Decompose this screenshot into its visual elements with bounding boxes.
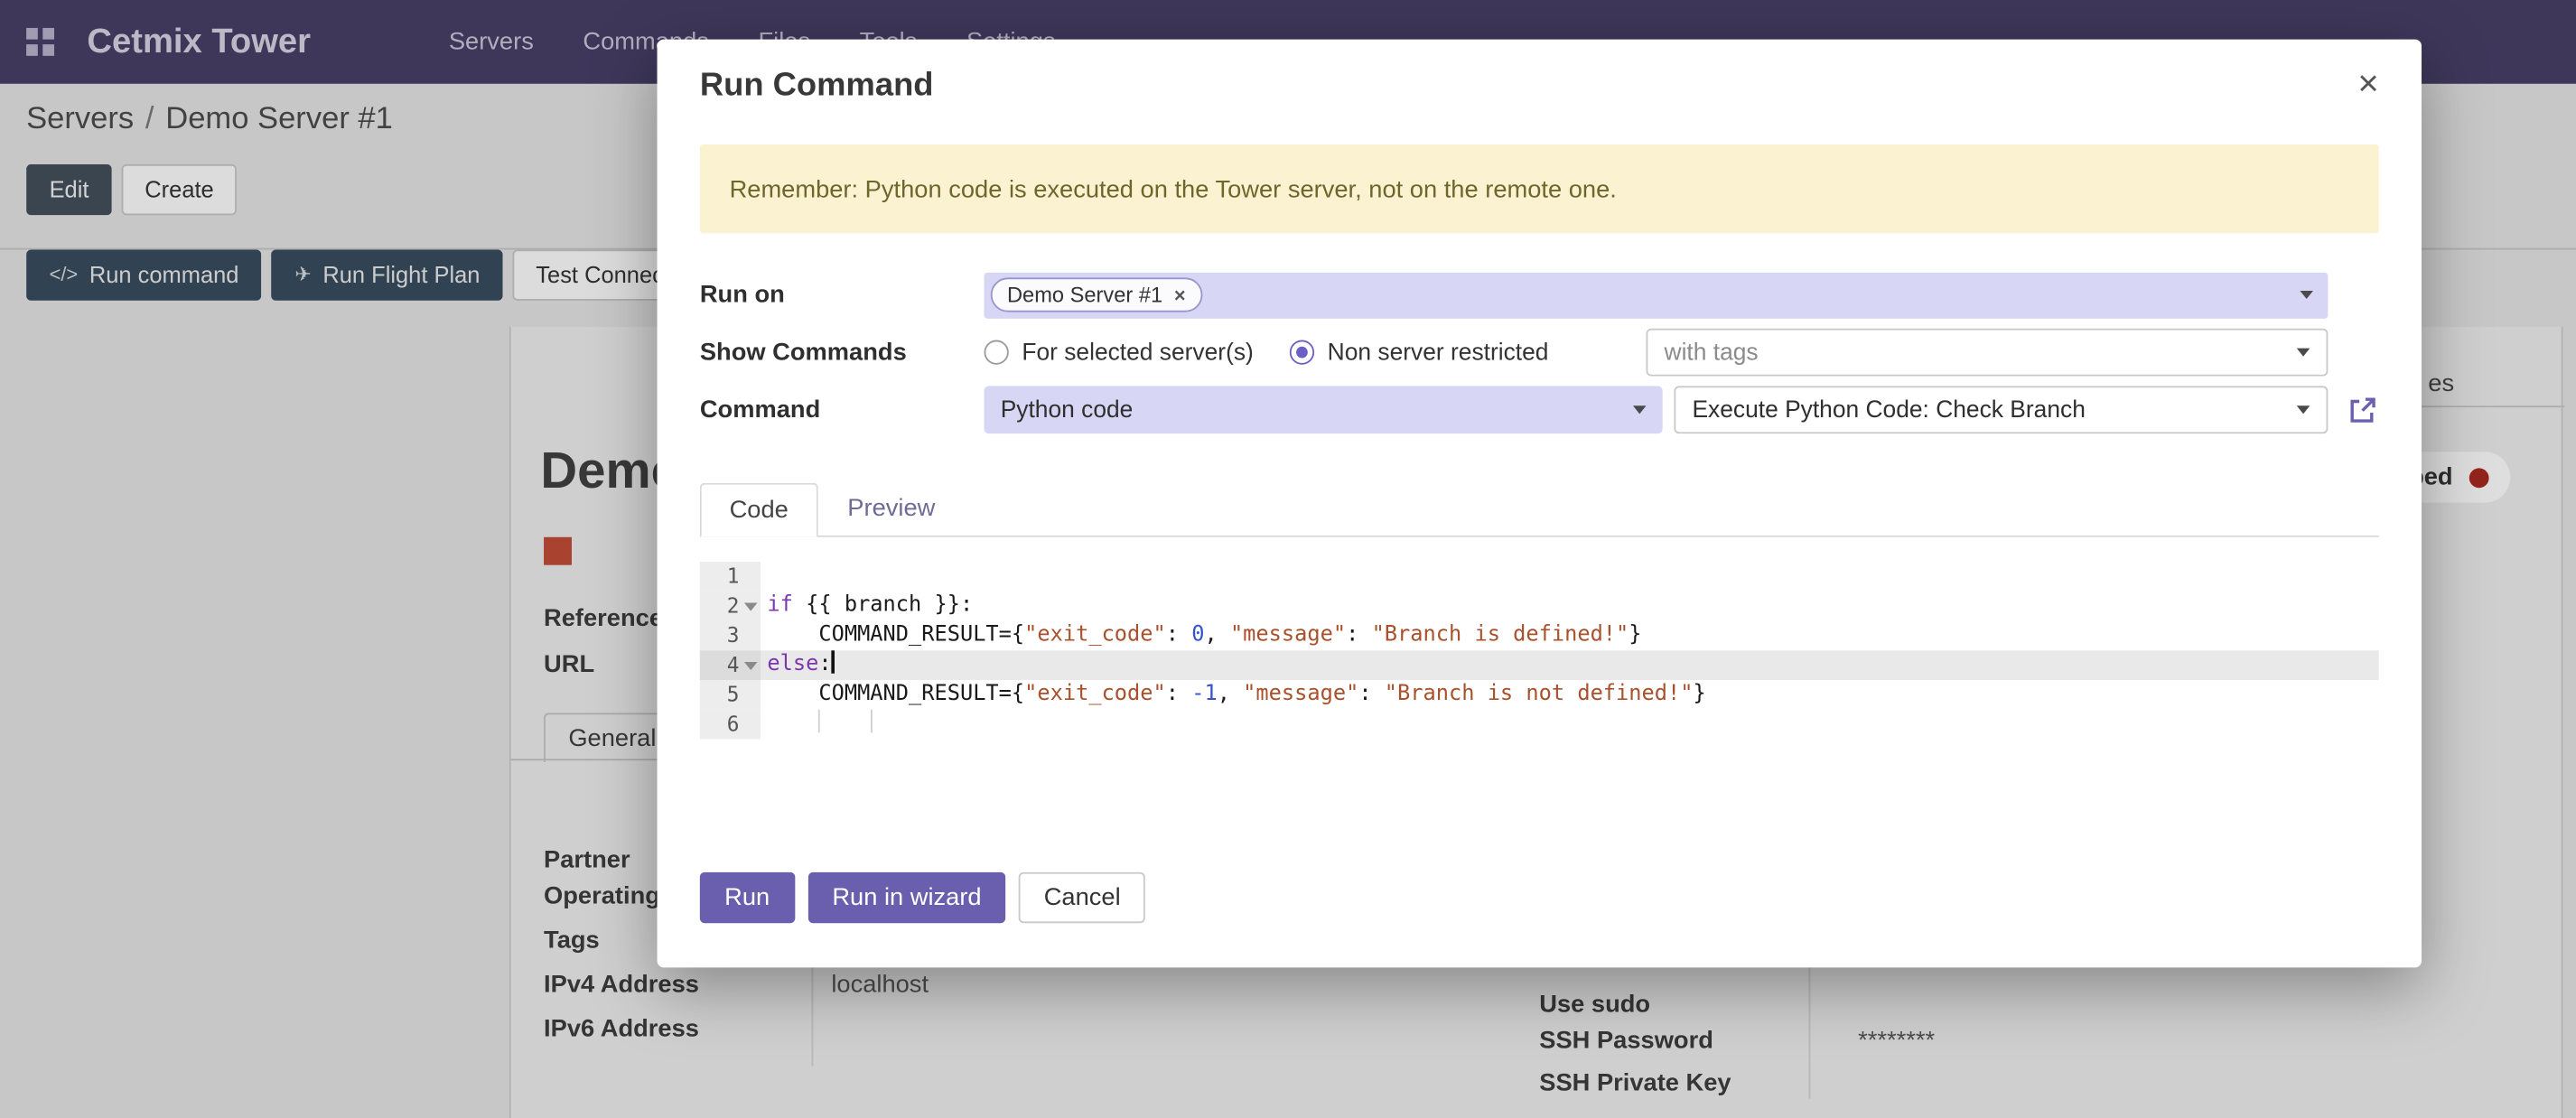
- show-commands-row: Show Commands For selected server(s) Non…: [700, 329, 2379, 377]
- caret-down-icon: [2297, 405, 2310, 414]
- code-token: if: [767, 593, 792, 618]
- code-token: else: [767, 652, 818, 676]
- code-line-row-active: 4 else:: [700, 650, 2379, 680]
- code-token: "message": [1230, 622, 1346, 647]
- command-type-select[interactable]: Python code: [985, 386, 1663, 433]
- code-token: "Branch is not defined!": [1385, 682, 1694, 706]
- caret-down-icon: [1633, 405, 1647, 414]
- radio-non-restricted[interactable]: [1290, 340, 1314, 365]
- code-token: :: [1166, 682, 1191, 706]
- code-line-row: 2 if {{ branch }}:: [700, 592, 2379, 621]
- code-line: if {{ branch }}:: [761, 592, 2379, 621]
- code-token: :: [1346, 622, 1371, 647]
- code-token: COMMAND_RESULT={: [767, 622, 1024, 647]
- with-tags-select[interactable]: with tags: [1647, 329, 2329, 377]
- command-type-value: Python code: [1001, 396, 1134, 423]
- cancel-button[interactable]: Cancel: [1019, 872, 1145, 923]
- code-line-row: 1: [700, 562, 2379, 592]
- code-token: ,: [1204, 622, 1229, 647]
- indent-guide: [870, 710, 872, 732]
- indent-guide: [818, 710, 870, 732]
- code-token: -1: [1191, 682, 1217, 706]
- code-line: COMMAND_RESULT={"exit_code": -1, "messag…: [761, 680, 2379, 710]
- code-token: ,: [1218, 682, 1243, 706]
- run-command-modal: Run Command × Remember: Python code is e…: [658, 40, 2422, 968]
- command-row: Command Python code Execute Python Code:…: [700, 386, 2379, 433]
- code-token: 0: [1191, 622, 1204, 647]
- line-number: 1: [700, 562, 761, 592]
- caret-down-icon: [2297, 349, 2310, 357]
- code-token: :: [1166, 622, 1191, 647]
- run-on-row: Run on Demo Server #1 ×: [700, 271, 2379, 319]
- code-line: [761, 710, 2379, 740]
- modal-title: Run Command: [700, 68, 934, 106]
- code-token: }: [1629, 622, 1641, 647]
- modal-header: Run Command ×: [700, 40, 2379, 106]
- tab-code[interactable]: Code: [700, 483, 818, 537]
- code-line: else:: [761, 650, 2379, 680]
- code-token: }: [1693, 682, 1705, 706]
- line-number: 4: [700, 650, 761, 680]
- fold-arrow-icon[interactable]: [744, 662, 758, 670]
- app-stage: Cetmix Tower Servers Commands Files Tool…: [0, 0, 2576, 1118]
- code-token: "message": [1243, 682, 1358, 706]
- external-link-icon[interactable]: [2346, 394, 2378, 426]
- code-token: "exit_code": [1024, 622, 1166, 647]
- server-tag[interactable]: Demo Server #1 ×: [991, 277, 1202, 312]
- modal-footer: Run Run in wizard Cancel: [700, 872, 1145, 923]
- close-icon[interactable]: ×: [2357, 68, 2378, 100]
- modal-form: Run on Demo Server #1 × Show Commands: [700, 271, 2379, 433]
- run-on-field[interactable]: Demo Server #1 ×: [985, 272, 2329, 318]
- command-select[interactable]: Execute Python Code: Check Branch: [1674, 386, 2328, 433]
- with-tags-placeholder: with tags: [1665, 340, 1759, 366]
- code-editor[interactable]: 1 2 if {{ branch }}: 3 COMMAND_RESULT={"…: [700, 562, 2379, 739]
- code-token: "Branch is defined!": [1372, 622, 1629, 647]
- code-token: "exit_code": [1024, 682, 1166, 706]
- code-token: COMMAND_RESULT={: [767, 682, 1024, 706]
- line-number: 5: [700, 680, 761, 710]
- warning-alert: Remember: Python code is executed on the…: [700, 144, 2379, 233]
- caret-down-icon[interactable]: [2300, 291, 2313, 299]
- code-line: COMMAND_RESULT={"exit_code": 0, "message…: [761, 621, 2379, 651]
- code-line-row: 3 COMMAND_RESULT={"exit_code": 0, "messa…: [700, 621, 2379, 651]
- line-number: 3: [700, 621, 761, 651]
- radio-selected-servers-label[interactable]: For selected server(s): [1022, 340, 1253, 366]
- fold-arrow-icon[interactable]: [744, 603, 758, 611]
- remove-tag-icon[interactable]: ×: [1174, 284, 1186, 306]
- code-line-row: 6: [700, 710, 2379, 740]
- server-tag-label: Demo Server #1: [1007, 283, 1162, 307]
- run-button[interactable]: Run: [700, 872, 795, 923]
- tab-preview[interactable]: Preview: [818, 481, 966, 536]
- text-cursor: [832, 650, 835, 673]
- code-line-row: 5 COMMAND_RESULT={"exit_code": -1, "mess…: [700, 680, 2379, 710]
- code-line: [761, 562, 2379, 592]
- command-label: Command: [700, 396, 985, 424]
- show-commands-label: Show Commands: [700, 339, 985, 367]
- modal-tabs: Code Preview: [700, 481, 2379, 537]
- code-token: :: [818, 652, 831, 676]
- code-token: {{ branch }}:: [793, 593, 973, 618]
- radio-selected-servers[interactable]: [985, 340, 1009, 365]
- run-on-label: Run on: [700, 281, 985, 309]
- radio-non-restricted-label[interactable]: Non server restricted: [1328, 340, 1549, 366]
- code-token: [767, 712, 818, 736]
- line-number: 6: [700, 710, 761, 740]
- line-number: 2: [700, 592, 761, 621]
- command-value: Execute Python Code: Check Branch: [1692, 396, 2085, 423]
- code-token: :: [1358, 682, 1384, 706]
- run-in-wizard-button[interactable]: Run in wizard: [807, 872, 1006, 923]
